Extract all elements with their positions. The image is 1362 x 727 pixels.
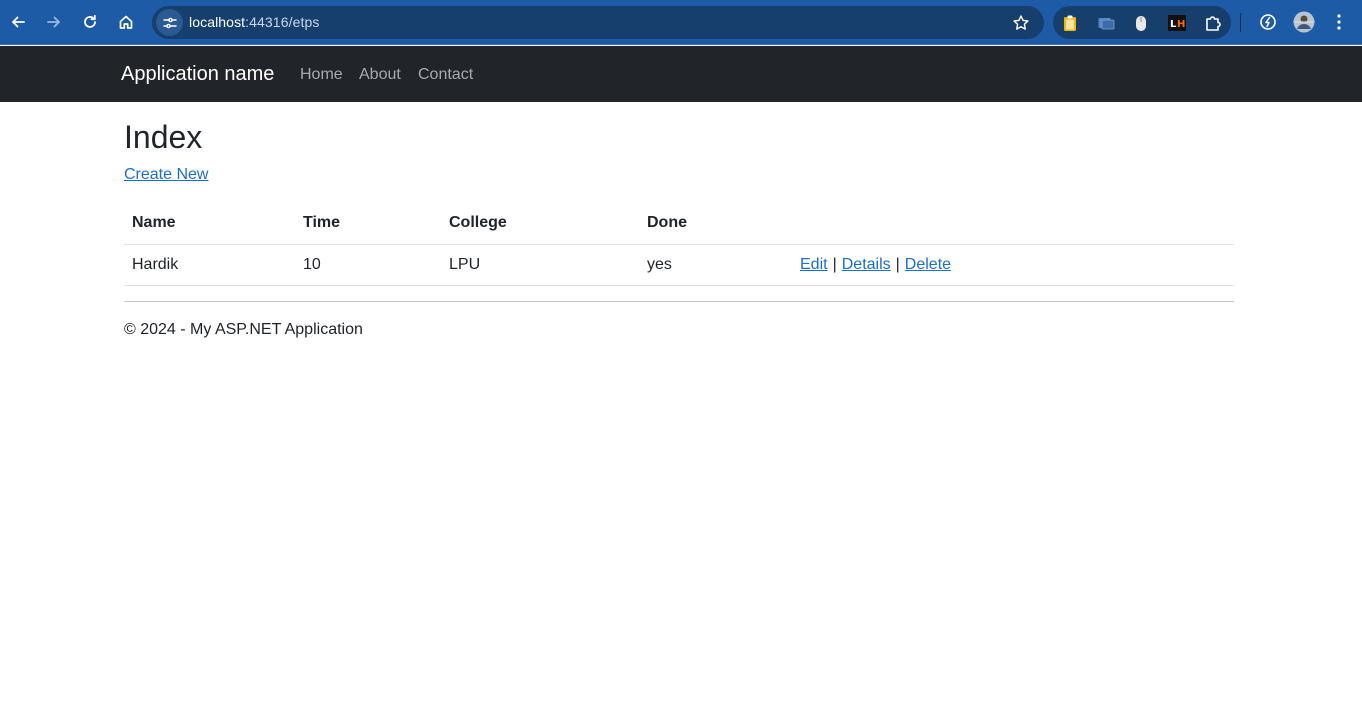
kebab-menu-icon [1337, 14, 1341, 30]
clipboard-extension-icon[interactable] [1060, 13, 1080, 33]
page-title: Index [124, 119, 203, 155]
chrome-menu-button[interactable] [1325, 8, 1353, 36]
lighthouse-extension-icon[interactable]: LH [1167, 13, 1187, 33]
nav-link-contact[interactable]: Contact [418, 66, 473, 84]
tune-icon [162, 17, 177, 28]
url-text[interactable]: localhost:44316/etps [189, 14, 319, 30]
table-row: Hardik 10 LPU yes Edit | Details | Delete [124, 244, 1234, 286]
create-new-link[interactable]: Create New [124, 166, 208, 184]
column-header-college: College [441, 203, 639, 245]
arrow-left-icon [12, 16, 25, 28]
bookmark-star-button[interactable] [1010, 12, 1032, 34]
address-bar[interactable]: localhost:44316/etps [152, 6, 1044, 39]
cell-time: 10 [295, 244, 441, 286]
edit-link[interactable]: Edit [800, 256, 828, 273]
extensions-group: LH [1053, 6, 1231, 39]
cell-actions: Edit | Details | Delete [792, 244, 1234, 286]
cell-name: Hardik [124, 244, 295, 286]
star-icon [1013, 15, 1029, 30]
arrow-right-icon [47, 16, 60, 28]
column-header-done: Done [639, 203, 792, 245]
nav-link-home[interactable]: Home [300, 66, 343, 84]
mouse-extension-icon[interactable] [1131, 13, 1151, 33]
column-header-time: Time [295, 203, 441, 245]
nav-link-about[interactable]: About [359, 66, 401, 84]
home-icon [119, 15, 133, 29]
details-link[interactable]: Details [842, 256, 891, 273]
reload-button[interactable] [76, 8, 104, 36]
data-table: Name Time College Done Hardik 10 LPU yes… [124, 203, 1234, 286]
speed-icon [1260, 14, 1276, 30]
column-header-actions [792, 203, 1234, 245]
delete-link[interactable]: Delete [905, 256, 951, 273]
reload-icon [84, 14, 96, 28]
home-button[interactable] [112, 8, 140, 36]
toolbar-divider [1240, 13, 1241, 32]
app-navbar: Application name Home About Contact [0, 46, 1362, 102]
profile-button[interactable] [1290, 8, 1318, 36]
browser-toolbar: localhost:44316/etps LH [0, 0, 1362, 45]
forward-button[interactable] [40, 8, 68, 36]
site-info-button[interactable] [156, 9, 183, 36]
svg-text:L: L [1170, 19, 1177, 30]
footer-text: © 2024 - My ASP.NET Application [124, 321, 363, 338]
url-host: localhost [189, 14, 246, 30]
url-path: :44316/etps [245, 14, 320, 30]
performance-button[interactable] [1254, 8, 1282, 36]
extensions-puzzle-icon[interactable] [1203, 13, 1223, 33]
cell-college: LPU [441, 244, 639, 286]
navbar-brand[interactable]: Application name [121, 63, 274, 86]
action-separator: | [832, 255, 837, 273]
cell-done: yes [639, 244, 792, 286]
back-button[interactable] [4, 8, 32, 36]
svg-text:H: H [1177, 19, 1185, 30]
action-separator: | [895, 255, 900, 273]
column-header-name: Name [124, 203, 295, 245]
avatar-icon [1293, 11, 1315, 33]
footer-divider [124, 301, 1234, 302]
tab-extension-icon[interactable] [1096, 13, 1116, 33]
table-header-row: Name Time College Done [124, 203, 1234, 245]
